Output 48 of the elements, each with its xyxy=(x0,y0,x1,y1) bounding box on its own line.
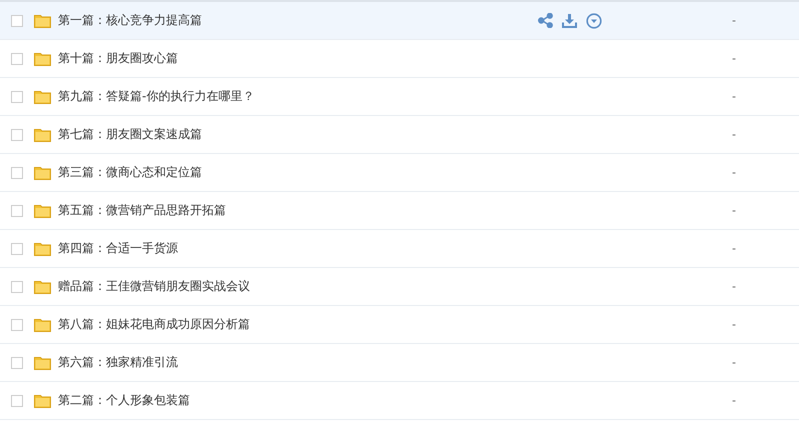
file-name[interactable]: 第五篇：微营销产品思路开拓篇 xyxy=(58,202,538,219)
file-size: - xyxy=(732,204,736,217)
file-name[interactable]: 第八篇：姐妹花电商成功原因分析篇 xyxy=(58,316,538,333)
folder-icon xyxy=(34,14,51,28)
file-size: - xyxy=(732,52,736,65)
file-row-highlight[interactable]: 第一篇：核心竞争力提高篇 - xyxy=(0,2,799,40)
file-name[interactable]: 第七篇：朋友圈文案速成篇 xyxy=(58,126,538,143)
folder-icon xyxy=(34,166,51,180)
folder-icon xyxy=(34,242,51,256)
file-size: - xyxy=(732,14,736,27)
checkbox[interactable] xyxy=(11,128,23,140)
file-name[interactable]: 第三篇：微商心态和定位篇 xyxy=(58,164,538,181)
checkbox[interactable] xyxy=(11,318,23,330)
file-name[interactable]: 第九篇：答疑篇-你的执行力在哪里？ xyxy=(58,88,538,105)
file-name[interactable]: 第一篇：核心竞争力提高篇 xyxy=(58,12,538,29)
file-size: - xyxy=(732,394,736,407)
checkbox[interactable] xyxy=(11,280,23,292)
checkbox[interactable] xyxy=(11,242,23,254)
file-name[interactable]: 第四篇：合适一手货源 xyxy=(58,240,538,257)
file-name[interactable]: 赠品篇：王佳微营销朋友圈实战会议 xyxy=(58,278,538,295)
checkbox[interactable] xyxy=(11,90,23,102)
folder-icon xyxy=(34,128,51,142)
dropdown-icon[interactable] xyxy=(586,12,602,28)
folder-icon xyxy=(34,204,51,218)
checkbox[interactable] xyxy=(11,14,23,26)
file-size: - xyxy=(732,128,736,141)
checkbox[interactable] xyxy=(11,394,23,406)
folder-icon xyxy=(34,52,51,66)
file-size: - xyxy=(732,242,736,255)
file-name[interactable]: 第二篇：个人形象包装篇 xyxy=(58,392,538,409)
file-name[interactable]: 第六篇：独家精准引流 xyxy=(58,354,538,371)
checkbox[interactable] xyxy=(11,166,23,178)
file-size: - xyxy=(732,166,736,179)
folder-icon xyxy=(34,394,51,408)
file-size: - xyxy=(732,356,736,369)
share-icon[interactable] xyxy=(538,13,553,28)
file-name[interactable]: 第十篇：朋友圈攻心篇 xyxy=(58,50,538,67)
folder-icon xyxy=(34,280,51,294)
folder-icon xyxy=(34,318,51,332)
file-size: - xyxy=(732,280,736,293)
checkbox[interactable] xyxy=(11,52,23,64)
checkbox[interactable] xyxy=(11,204,23,216)
checkbox[interactable] xyxy=(11,356,23,368)
folder-icon xyxy=(34,90,51,104)
file-size: - xyxy=(732,90,736,103)
folder-icon xyxy=(34,356,51,370)
file-size: - xyxy=(732,318,736,331)
download-icon[interactable] xyxy=(561,12,578,28)
